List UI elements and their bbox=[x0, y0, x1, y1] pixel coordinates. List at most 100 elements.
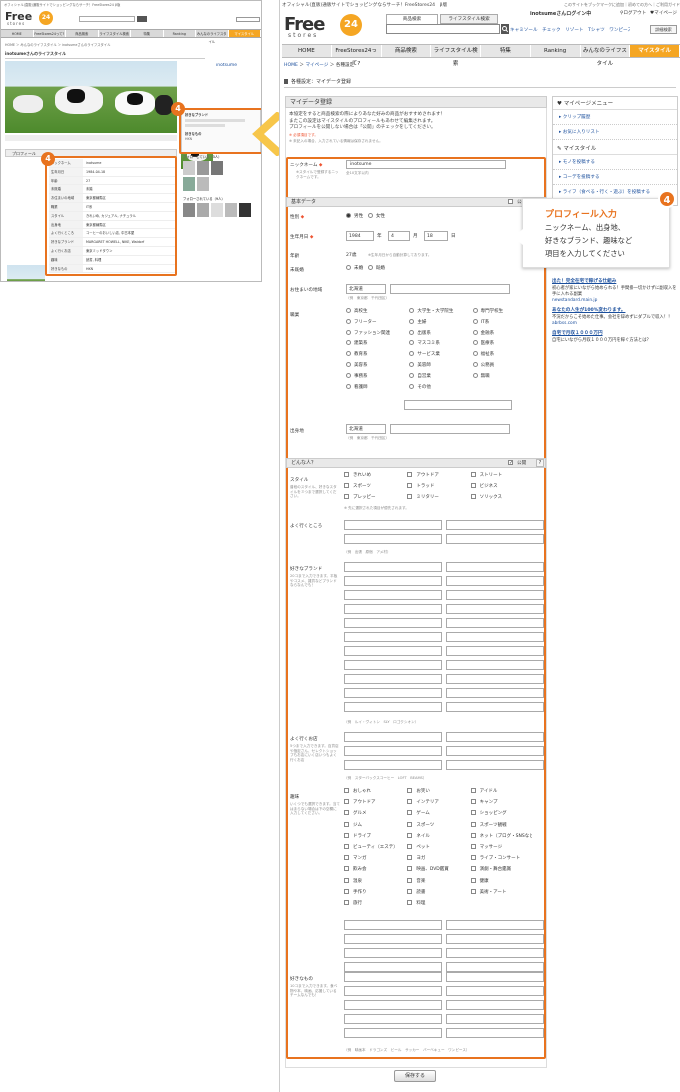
thumb-follower-avatars[interactable] bbox=[183, 203, 259, 217]
radio-button[interactable] bbox=[409, 318, 415, 324]
text-input[interactable] bbox=[344, 576, 442, 586]
radio-button[interactable] bbox=[346, 329, 351, 335]
radio-option[interactable]: IT系 bbox=[472, 318, 534, 325]
radio-button[interactable] bbox=[346, 362, 351, 367]
breadcrumb-home[interactable]: HOME bbox=[284, 63, 298, 68]
site-logo[interactable]: Free stores 24 bbox=[284, 14, 374, 40]
radio-button[interactable] bbox=[409, 362, 415, 367]
checkbox[interactable] bbox=[407, 472, 413, 477]
checkbox-option[interactable]: アウトドア bbox=[407, 472, 468, 478]
thumb-nav-item[interactable]: マイスタイル bbox=[228, 30, 261, 37]
radio-option[interactable]: 福祉系 bbox=[472, 351, 534, 357]
checkbox-option[interactable]: アイドル bbox=[470, 788, 532, 794]
checkbox-option[interactable]: 旅行 bbox=[344, 900, 405, 906]
checkbox[interactable] bbox=[407, 877, 413, 883]
checkbox-option[interactable]: スポーツ bbox=[407, 821, 468, 828]
radio-option[interactable]: マスコミ系 bbox=[409, 340, 470, 346]
text-input[interactable] bbox=[446, 702, 544, 712]
radio-button[interactable] bbox=[346, 351, 351, 357]
thumb-nav-item[interactable]: ライフスタイル検索 bbox=[99, 30, 131, 37]
checkbox[interactable] bbox=[344, 494, 349, 499]
text-input[interactable] bbox=[344, 732, 442, 742]
radio-button[interactable] bbox=[409, 340, 415, 346]
thumb-logo[interactable]: Free stores 24 bbox=[5, 10, 65, 26]
text-input[interactable] bbox=[446, 746, 544, 756]
radio-option[interactable]: 建築系 bbox=[346, 340, 407, 346]
text-input[interactable] bbox=[344, 520, 442, 530]
birth-day-select[interactable]: 18 bbox=[424, 231, 448, 241]
mypage-link[interactable]: ♥マイページ bbox=[650, 10, 680, 16]
radio-button[interactable] bbox=[409, 308, 415, 313]
thumb-nav-item[interactable]: Ranking bbox=[164, 30, 196, 37]
text-input[interactable] bbox=[446, 534, 544, 544]
checkbox-option[interactable]: ショッピング bbox=[470, 810, 532, 816]
thumb-follow-avatars-2[interactable] bbox=[183, 177, 259, 191]
checkbox-option[interactable]: インテリア bbox=[407, 799, 468, 805]
ad-title[interactable]: 自宅で月収１０００万円 bbox=[552, 330, 678, 336]
checkbox-option[interactable]: 音楽 bbox=[407, 877, 468, 884]
text-input[interactable] bbox=[446, 934, 544, 944]
text-input[interactable] bbox=[446, 520, 544, 530]
checkbox[interactable] bbox=[407, 788, 413, 793]
ad-title[interactable]: 出た！完全在宅で稼げる仕組み bbox=[552, 278, 678, 284]
ad-url[interactable]: abrbss.com bbox=[552, 321, 678, 326]
checkbox[interactable] bbox=[407, 483, 413, 488]
radio-button[interactable] bbox=[346, 372, 351, 378]
text-input[interactable] bbox=[344, 534, 442, 544]
text-input[interactable] bbox=[446, 972, 544, 982]
checkbox-option[interactable]: ネット（ブログ・SNSなど） bbox=[470, 832, 532, 839]
thumb-nav-item[interactable]: HOME bbox=[1, 30, 34, 37]
text-input[interactable] bbox=[344, 660, 442, 670]
checkbox[interactable] bbox=[344, 855, 349, 861]
nav-about[interactable]: FreeStores24って? bbox=[332, 45, 382, 67]
checkbox-option[interactable]: ビューティ（エステ） bbox=[344, 844, 405, 850]
radio-option[interactable]: 主婦 bbox=[409, 318, 470, 325]
text-input[interactable] bbox=[446, 732, 544, 742]
checkbox[interactable] bbox=[407, 888, 413, 894]
radio-option[interactable]: 事務系 bbox=[346, 372, 407, 379]
text-input[interactable] bbox=[446, 1000, 544, 1010]
search-button[interactable] bbox=[501, 24, 509, 34]
text-input[interactable] bbox=[344, 688, 442, 698]
text-input[interactable] bbox=[344, 746, 442, 756]
text-input[interactable] bbox=[344, 1014, 442, 1024]
text-input[interactable] bbox=[344, 702, 442, 712]
thumb-follow-avatars[interactable] bbox=[183, 161, 259, 175]
radio-button[interactable] bbox=[409, 329, 415, 335]
radio-button[interactable] bbox=[472, 362, 478, 367]
radio-option[interactable]: 大学生・大学院生 bbox=[409, 308, 470, 314]
checkbox[interactable] bbox=[407, 866, 413, 872]
checkbox-option[interactable]: おしゃれ bbox=[344, 788, 405, 794]
text-input[interactable] bbox=[344, 962, 442, 972]
tab-product-search[interactable]: 商品検索 bbox=[386, 14, 438, 24]
text-input[interactable] bbox=[446, 688, 544, 698]
checkbox-option[interactable]: ネイル bbox=[407, 832, 468, 839]
text-input[interactable] bbox=[446, 660, 544, 670]
checkbox[interactable] bbox=[407, 855, 413, 861]
checkbox-option[interactable]: きれいめ bbox=[344, 472, 405, 478]
checkbox-option[interactable]: 手作り bbox=[344, 888, 405, 895]
text-input[interactable] bbox=[446, 1028, 544, 1038]
text-input[interactable] bbox=[344, 1028, 442, 1038]
checkbox-option[interactable]: 健康 bbox=[470, 877, 532, 884]
thumb-search-button[interactable] bbox=[137, 16, 147, 22]
checkbox-option[interactable]: ドライブ bbox=[344, 832, 405, 839]
married-radio[interactable] bbox=[367, 265, 373, 270]
save-button[interactable]: 保存する bbox=[394, 1070, 436, 1082]
text-input[interactable] bbox=[446, 604, 544, 614]
text-input[interactable] bbox=[446, 562, 544, 572]
search-keywords[interactable]: キャミソール チェック リゾート Tシャツ ワンピース bbox=[510, 27, 630, 33]
nav-home[interactable]: HOME bbox=[282, 45, 332, 57]
radio-button[interactable] bbox=[346, 318, 351, 324]
radio-option[interactable]: 教育系 bbox=[346, 351, 407, 357]
text-input[interactable] bbox=[344, 948, 442, 958]
checkbox-option[interactable]: ジム bbox=[344, 821, 405, 828]
checkbox-option[interactable]: 美術・アート bbox=[470, 888, 532, 895]
checkbox[interactable] bbox=[344, 810, 349, 816]
checkbox[interactable] bbox=[344, 821, 349, 827]
checkbox-option[interactable]: ミリタリー bbox=[407, 494, 468, 500]
checkbox[interactable] bbox=[344, 788, 349, 793]
text-input[interactable] bbox=[344, 674, 442, 684]
checkbox-option[interactable]: マンガ bbox=[344, 855, 405, 861]
radio-button[interactable] bbox=[472, 329, 478, 335]
